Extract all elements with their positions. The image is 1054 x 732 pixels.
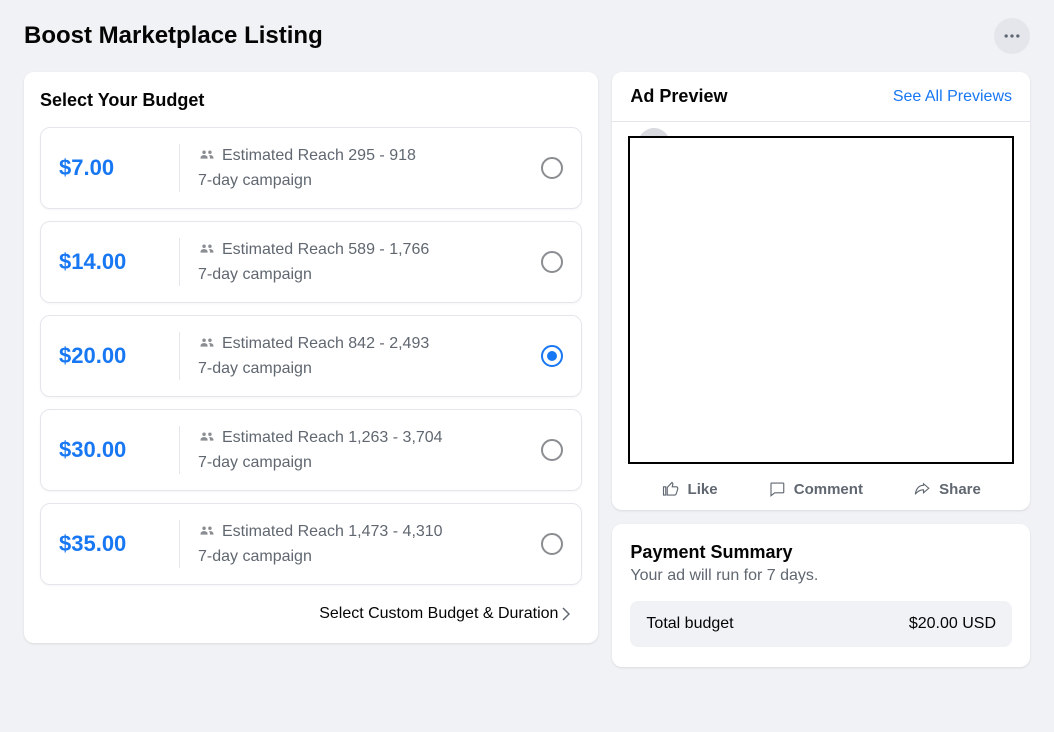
budget-option-price: $30.00 <box>59 437 179 463</box>
total-budget-row: Total budget $20.00 USD <box>630 601 1012 647</box>
budget-option-radio[interactable] <box>541 439 563 461</box>
share-icon <box>913 480 931 498</box>
divider <box>179 238 180 286</box>
budget-card: Select Your Budget $7.00 Estimated Reach … <box>24 72 598 643</box>
people-icon <box>198 429 216 448</box>
people-icon <box>198 523 216 542</box>
total-budget-label: Total budget <box>646 615 733 633</box>
like-label: Like <box>688 481 718 498</box>
custom-budget-link-label: Select Custom Budget & Duration <box>319 605 558 623</box>
budget-option-reach: Estimated Reach 295 - 918 <box>222 147 416 165</box>
budget-option-price: $35.00 <box>59 531 179 557</box>
divider <box>179 332 180 380</box>
budget-option-radio[interactable] <box>541 251 563 273</box>
ad-preview-placeholder <box>628 136 1014 464</box>
like-icon <box>662 480 680 498</box>
budget-card-title: Select Your Budget <box>40 90 582 111</box>
people-icon <box>198 241 216 260</box>
budget-option-reach: Estimated Reach 842 - 2,493 <box>222 335 429 353</box>
people-icon <box>198 335 216 354</box>
custom-budget-link[interactable]: Select Custom Budget & Duration <box>319 605 570 623</box>
divider <box>179 520 180 568</box>
people-icon <box>198 147 216 166</box>
budget-option-radio[interactable] <box>541 157 563 179</box>
budget-option-radio[interactable] <box>541 533 563 555</box>
page-title: Boost Marketplace Listing <box>24 22 323 50</box>
budget-option-duration: 7-day campaign <box>198 172 541 190</box>
budget-option-reach: Estimated Reach 589 - 1,766 <box>222 241 429 259</box>
budget-option[interactable]: $35.00 Estimated Reach 1,473 - 4,310 7-day… <box>40 503 582 585</box>
payment-summary-title: Payment Summary <box>630 542 1012 563</box>
comment-label: Comment <box>794 481 863 498</box>
more-options-button[interactable] <box>994 18 1030 54</box>
budget-option-reach: Estimated Reach 1,473 - 4,310 <box>222 523 443 541</box>
ad-preview-card: Ad Preview See All Previews Like Comment <box>612 72 1030 510</box>
budget-option-radio[interactable] <box>541 345 563 367</box>
divider <box>179 144 180 192</box>
share-button[interactable]: Share <box>913 480 981 498</box>
like-button[interactable]: Like <box>662 480 718 498</box>
payment-summary-subtitle: Your ad will run for 7 days. <box>630 567 1012 585</box>
budget-option-price: $7.00 <box>59 155 179 181</box>
budget-option-reach: Estimated Reach 1,263 - 3,704 <box>222 429 443 447</box>
budget-option-price: $14.00 <box>59 249 179 275</box>
ellipsis-icon <box>1002 26 1022 46</box>
ad-preview-title: Ad Preview <box>630 86 727 107</box>
share-label: Share <box>939 481 981 498</box>
comment-button[interactable]: Comment <box>768 480 863 498</box>
chevron-right-icon <box>562 606 570 622</box>
budget-option[interactable]: $14.00 Estimated Reach 589 - 1,766 7-day c… <box>40 221 582 303</box>
budget-option-duration: 7-day campaign <box>198 454 541 472</box>
budget-option-duration: 7-day campaign <box>198 548 541 566</box>
divider <box>179 426 180 474</box>
budget-option[interactable]: $7.00 Estimated Reach 295 - 918 7-day camp… <box>40 127 582 209</box>
payment-summary-card: Payment Summary Your ad will run for 7 d… <box>612 524 1030 667</box>
total-budget-value: $20.00 USD <box>909 615 996 633</box>
see-all-previews-link[interactable]: See All Previews <box>893 88 1012 106</box>
comment-icon <box>768 480 786 498</box>
budget-option-duration: 7-day campaign <box>198 360 541 378</box>
budget-option[interactable]: $30.00 Estimated Reach 1,263 - 3,704 7-day… <box>40 409 582 491</box>
budget-option[interactable]: $20.00 Estimated Reach 842 - 2,493 7-day c… <box>40 315 582 397</box>
budget-option-duration: 7-day campaign <box>198 266 541 284</box>
budget-option-price: $20.00 <box>59 343 179 369</box>
